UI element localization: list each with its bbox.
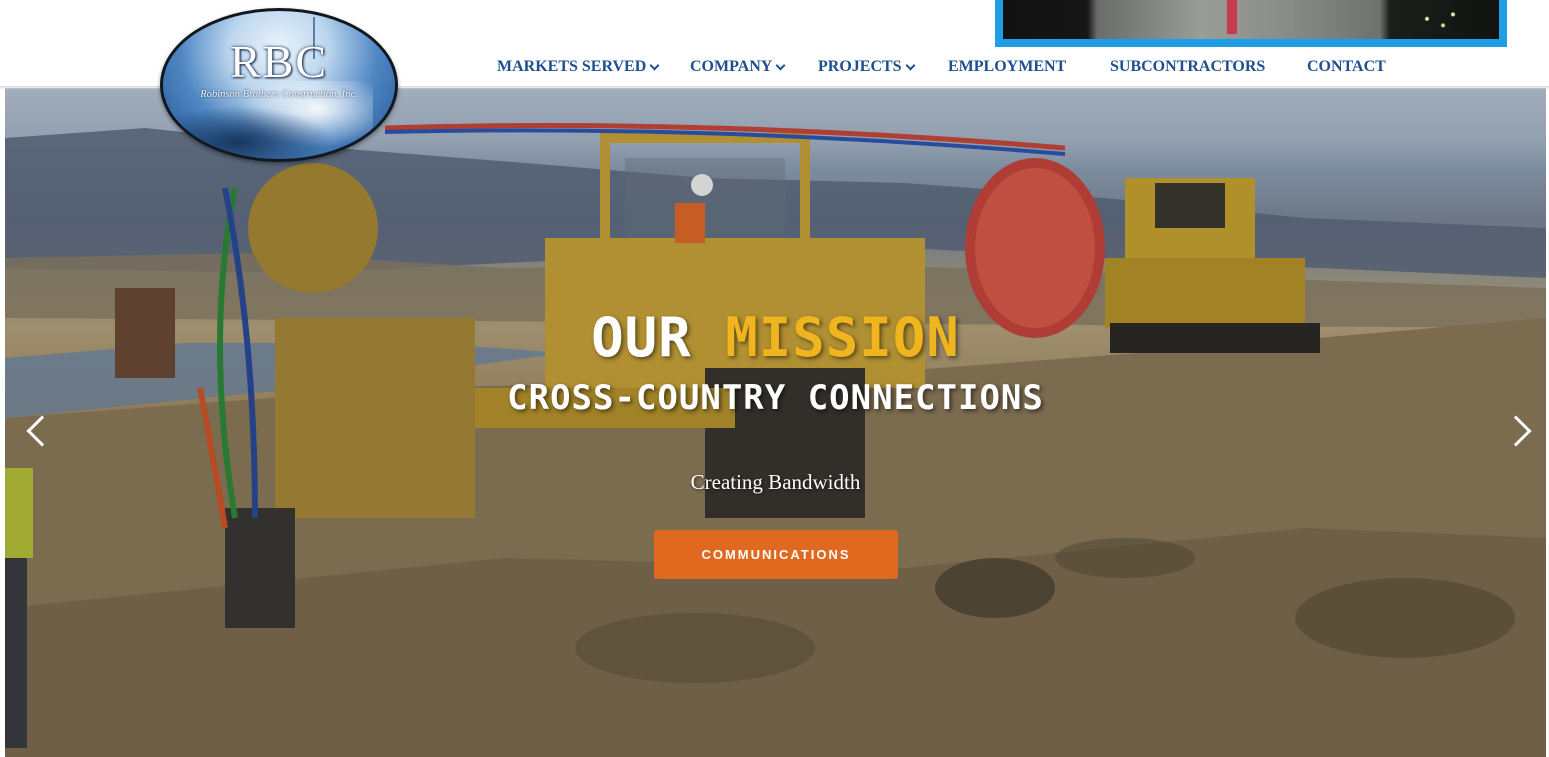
- nav-item-company[interactable]: COMPANY: [690, 58, 786, 76]
- slide-title: OUR MISSION: [5, 306, 1546, 369]
- logo-company-name: Robinson Brothers Construction, Inc.: [200, 89, 358, 100]
- chevron-down-icon: [649, 60, 660, 70]
- slide-title-word-1: OUR: [591, 306, 692, 369]
- nav-item-projects[interactable]: PROJECTS: [818, 58, 916, 76]
- nav-item-markets-served[interactable]: MARKETS SERVED: [497, 58, 660, 76]
- nav-item-label: MARKETS SERVED: [497, 58, 647, 75]
- nav-item-contact[interactable]: CONTACT: [1307, 58, 1386, 76]
- company-logo[interactable]: RBC Robinson Brothers Construction, Inc.: [160, 8, 398, 162]
- nav-item-label: PROJECTS: [818, 58, 902, 75]
- nav-item-employment[interactable]: EMPLOYMENT: [948, 58, 1066, 76]
- nav-item-subcontractors[interactable]: SUBCONTRACTORS: [1110, 58, 1265, 76]
- chevron-down-icon: [775, 60, 786, 70]
- slide-title-word-2: MISSION: [725, 306, 960, 369]
- hero-slider: OUR MISSION CROSS-COUNTRY CONNECTIONS Cr…: [5, 88, 1546, 757]
- nav-item-label: EMPLOYMENT: [948, 58, 1067, 75]
- slide-tagline: Creating Bandwidth: [690, 470, 861, 494]
- chevron-right-icon[interactable]: [1500, 410, 1535, 450]
- video-preview[interactable]: [995, 0, 1507, 47]
- tree-lights: [1419, 10, 1459, 32]
- lanyard: [1227, 0, 1237, 34]
- nav-item-label: SUBCONTRACTORS: [1110, 58, 1266, 75]
- nav-item-label: CONTACT: [1307, 58, 1386, 75]
- logo-letters: RBC: [229, 36, 329, 87]
- nav-item-label: COMPANY: [690, 58, 773, 75]
- communications-button[interactable]: COMMUNICATIONS: [654, 530, 898, 579]
- chevron-down-icon: [905, 60, 916, 70]
- slide-subtitle: CROSS-COUNTRY CONNECTIONS: [507, 378, 1044, 418]
- chevron-left-icon[interactable]: [21, 410, 58, 450]
